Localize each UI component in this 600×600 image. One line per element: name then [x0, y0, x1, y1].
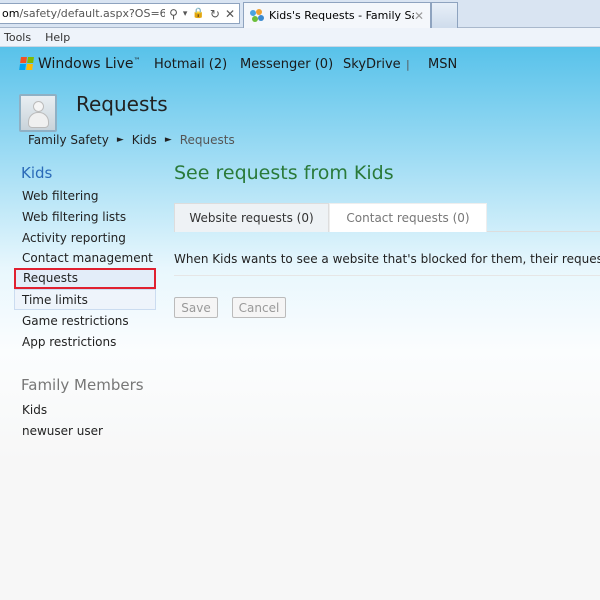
nav-messenger[interactable]: Messenger (0): [240, 57, 333, 72]
nav-skydrive[interactable]: SkyDrive: [343, 57, 401, 72]
page-content: Windows Live™ Hotmail (2) Messenger (0) …: [0, 47, 600, 600]
sidebar-item-contact-management[interactable]: Contact management: [14, 247, 156, 268]
breadcrumb: Family Safety ► Kids ► Requests: [28, 133, 235, 147]
breadcrumb-current: Requests: [179, 133, 235, 147]
windows-live-header: Windows Live™ Hotmail (2) Messenger (0) …: [0, 47, 600, 83]
address-host: om: [2, 7, 20, 20]
refresh-icon[interactable]: ↻: [210, 7, 220, 21]
breadcrumb-separator-icon: ►: [116, 135, 124, 145]
divider: [174, 275, 600, 276]
browser-tab[interactable]: Kids's Requests - Family Sa... ✕: [243, 2, 431, 28]
member-kids[interactable]: Kids: [14, 399, 156, 420]
sidebar-item-web-filtering-lists[interactable]: Web filtering lists: [14, 206, 156, 227]
member-newuser-user[interactable]: newuser user: [14, 420, 156, 441]
address-path: /safety/default.aspx?OS=6.1.: [19, 7, 181, 20]
search-icon[interactable]: ⚲: [169, 7, 178, 21]
request-tabs: Website requests (0) Contact requests (0…: [174, 203, 600, 232]
sidebar: Kids Web filtering Web filtering lists A…: [14, 164, 156, 441]
stop-icon[interactable]: ✕: [225, 7, 235, 21]
menu-help[interactable]: Help: [45, 31, 70, 44]
lock-icon[interactable]: 🔒: [192, 8, 204, 19]
avatar[interactable]: [19, 94, 57, 132]
family-members-heading: Family Members: [21, 376, 144, 395]
tab-contact-requests[interactable]: Contact requests (0): [329, 203, 487, 232]
nav-divider: |: [406, 58, 410, 71]
windows-live-logo[interactable]: Windows Live™: [19, 56, 141, 72]
user-head-icon: [33, 101, 44, 112]
menu-tools[interactable]: Tools: [4, 31, 31, 44]
nav-hotmail[interactable]: Hotmail (2): [154, 57, 227, 72]
windows-flag-icon: [19, 57, 35, 71]
new-tab-button[interactable]: [431, 2, 458, 28]
menu-bar: Tools Help: [0, 28, 600, 47]
sidebar-item-activity-reporting[interactable]: Activity reporting: [14, 227, 156, 248]
nav-msn[interactable]: MSN: [428, 57, 457, 72]
requests-description: When Kids wants to see a website that's …: [174, 252, 600, 266]
family-safety-favicon-icon: [250, 8, 264, 23]
sidebar-item-web-filtering[interactable]: Web filtering: [14, 185, 156, 206]
chevron-down-icon[interactable]: ▾: [183, 9, 188, 19]
brand-tm: ™: [133, 56, 141, 65]
cancel-button[interactable]: Cancel: [232, 297, 286, 318]
tab-website-requests[interactable]: Website requests (0): [174, 203, 329, 232]
close-tab-icon[interactable]: ✕: [414, 9, 424, 23]
sidebar-item-game-restrictions[interactable]: Game restrictions: [14, 310, 156, 331]
sidebar-item-app-restrictions[interactable]: App restrictions: [14, 331, 156, 352]
breadcrumb-separator-icon: ►: [164, 135, 172, 145]
save-button[interactable]: Save: [174, 297, 218, 318]
breadcrumb-family-safety[interactable]: Family Safety: [28, 133, 109, 147]
address-bar-icons: ⚲ ▾ 🔒 ↻ ✕: [165, 4, 239, 23]
breadcrumb-kids[interactable]: Kids: [132, 133, 157, 147]
main-title: See requests from Kids: [174, 162, 394, 184]
page-title: Requests: [76, 92, 168, 116]
tab-title: Kids's Requests - Family Sa...: [269, 9, 414, 22]
sidebar-item-requests[interactable]: Requests: [14, 268, 156, 289]
sidebar-heading-kids[interactable]: Kids: [14, 164, 156, 184]
sidebar-item-time-limits[interactable]: Time limits: [14, 288, 156, 310]
brand-name: Windows Live: [38, 56, 134, 72]
address-bar[interactable]: om/safety/default.aspx?OS=6.1. ⚲ ▾ 🔒 ↻ ✕: [0, 3, 240, 24]
user-silhouette-icon: [28, 112, 49, 128]
browser-toolbar: om/safety/default.aspx?OS=6.1. ⚲ ▾ 🔒 ↻ ✕…: [0, 0, 600, 28]
